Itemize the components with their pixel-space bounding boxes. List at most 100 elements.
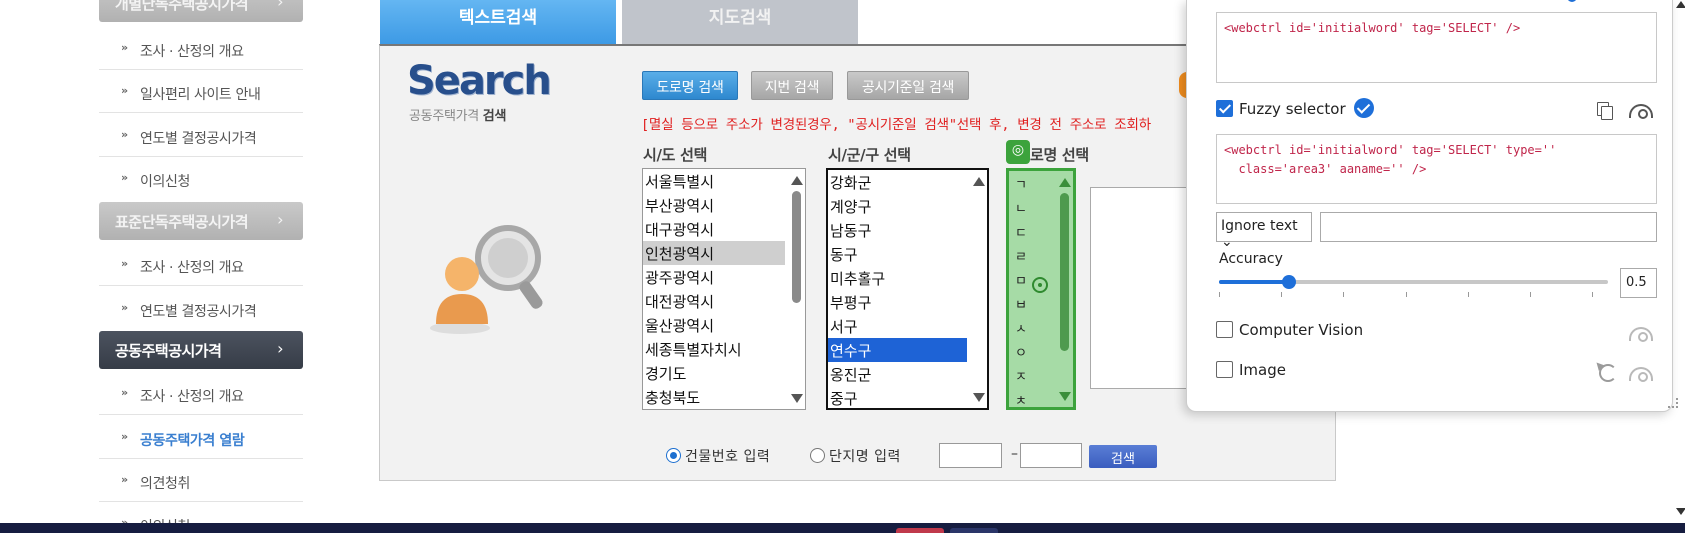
sidebar-item[interactable]: » 의견청취 bbox=[99, 459, 303, 502]
sidebar-section-individual-housing[interactable]: 개별단독주택공시가격 › bbox=[99, 0, 303, 22]
sidebar-item-active[interactable]: » 공동주택가격 열람 bbox=[99, 416, 303, 459]
sido-option[interactable]: 세종특별자치시 bbox=[643, 337, 785, 361]
scroll-up-icon[interactable] bbox=[791, 176, 803, 185]
sido-option[interactable]: 충청북도 bbox=[643, 385, 785, 409]
fuzzy-selector-row[interactable]: Fuzzy selector bbox=[1216, 98, 1374, 118]
sigungu-option[interactable]: 부평구 bbox=[828, 290, 967, 314]
sigungu-option-selected[interactable]: 연수구 bbox=[828, 338, 967, 362]
radio-complex-name[interactable]: 단지명 입력 bbox=[810, 446, 901, 466]
sigungu-option[interactable]: 옹진군 bbox=[828, 362, 967, 386]
sido-option[interactable]: 부산광역시 bbox=[643, 193, 785, 217]
sigungu-option[interactable]: 남동구 bbox=[828, 218, 967, 242]
sidebar-item[interactable]: » 조사 · 산정의 개요 bbox=[99, 372, 303, 415]
scroll-down-icon[interactable] bbox=[791, 394, 803, 403]
sub-number-input[interactable] bbox=[1020, 443, 1082, 468]
sigungu-option[interactable]: 서구 bbox=[828, 314, 967, 338]
road-scrollbar[interactable] bbox=[1055, 171, 1073, 407]
road-initial-option[interactable]: ㅈ bbox=[1009, 363, 1039, 387]
road-name-label: 로명 선택 bbox=[1030, 146, 1089, 164]
accuracy-label: Accuracy bbox=[1219, 251, 1283, 267]
scroll-down-icon[interactable] bbox=[973, 393, 985, 402]
scroll-thumb[interactable] bbox=[792, 191, 801, 303]
sigungu-option[interactable]: 계양구 bbox=[828, 194, 967, 218]
radio-building-number[interactable]: 건물번호 입력 bbox=[666, 446, 770, 466]
sido-option[interactable]: 광주광역시 bbox=[643, 265, 785, 289]
scroll-up-icon[interactable] bbox=[1676, 1, 1685, 8]
sido-option[interactable]: 대구광역시 bbox=[643, 217, 785, 241]
image-row[interactable]: Image bbox=[1216, 361, 1286, 379]
sido-option[interactable]: 경기도 bbox=[643, 361, 785, 385]
taskbar bbox=[0, 523, 1685, 533]
sidebar-section-standard-housing[interactable]: 표준단독주택공시가격 › bbox=[99, 202, 303, 240]
sido-select[interactable]: 서울특별시 부산광역시 대구광역시 인천광역시 광주광역시 대전광역시 울산광역… bbox=[642, 168, 806, 410]
sigungu-select[interactable]: 강화군 계양구 남동구 동구 미추홀구 부평구 서구 연수구 옹진군 중구 bbox=[826, 168, 989, 410]
sigungu-option[interactable]: 중구 bbox=[828, 386, 967, 408]
taskbar-app[interactable] bbox=[950, 528, 998, 533]
resize-handle-icon[interactable] bbox=[1668, 398, 1678, 408]
chevron-right-icon: › bbox=[277, 210, 283, 229]
sigungu-option[interactable]: 미추홀구 bbox=[828, 266, 967, 290]
sigungu-scrollbar[interactable] bbox=[969, 170, 987, 408]
info-icon[interactable] bbox=[1567, 0, 1577, 2]
sido-option[interactable]: 울산광역시 bbox=[643, 313, 785, 337]
scroll-up-icon[interactable] bbox=[1059, 178, 1071, 187]
slider-handle[interactable] bbox=[1282, 275, 1297, 289]
road-initial-option[interactable]: ㄴ bbox=[1009, 195, 1039, 219]
sidebar-item[interactable]: » 조사 · 산정의 개요 bbox=[99, 243, 303, 286]
ignore-text-select[interactable]: Ignore text ⌄ bbox=[1216, 212, 1312, 250]
tab-text-search[interactable]: 텍스트검색 bbox=[380, 0, 616, 44]
eye-icon[interactable] bbox=[1629, 104, 1653, 119]
fuzzy-selector-checkbox[interactable] bbox=[1216, 100, 1233, 117]
road-initial-option[interactable]: ㅅ bbox=[1009, 315, 1039, 339]
radio-checked-icon[interactable] bbox=[666, 448, 681, 463]
road-initial-option[interactable]: ㄷ bbox=[1009, 219, 1039, 243]
refresh-icon[interactable] bbox=[1599, 364, 1617, 382]
sidebar-item[interactable]: » 연도별 결정공시가격 bbox=[99, 114, 303, 157]
reference-date-search-button[interactable]: 공시기준일 검색 bbox=[847, 71, 969, 100]
sidebar-section-apartment[interactable]: 공동주택공시가격 › bbox=[99, 331, 303, 369]
slider-tick bbox=[1467, 292, 1469, 297]
eye-icon[interactable] bbox=[1629, 367, 1653, 382]
sigungu-option[interactable]: 강화군 bbox=[828, 170, 967, 194]
image-checkbox[interactable] bbox=[1216, 361, 1233, 378]
sidebar-item[interactable]: » 연도별 결정공시가격 bbox=[99, 287, 303, 330]
scroll-up-icon[interactable] bbox=[973, 177, 985, 186]
main-number-input[interactable] bbox=[939, 443, 1002, 468]
accuracy-value-input[interactable]: 0.5 bbox=[1620, 268, 1657, 298]
scroll-thumb[interactable] bbox=[1060, 193, 1069, 351]
scroll-down-icon[interactable] bbox=[1059, 392, 1071, 401]
sidebar-item[interactable]: » 일사편리 사이트 안내 bbox=[99, 70, 303, 113]
radio-unchecked-icon[interactable] bbox=[810, 448, 825, 463]
sido-option-selected[interactable]: 인천광역시 bbox=[643, 241, 785, 265]
sidebar-item[interactable]: » 이의신청 bbox=[99, 157, 303, 200]
road-initial-option[interactable]: ㄹ bbox=[1009, 243, 1039, 267]
selector-code: <webctrl id='initialword' tag='SELECT' /… bbox=[1224, 21, 1521, 35]
sido-option[interactable]: 대전광역시 bbox=[643, 289, 785, 313]
sido-scrollbar[interactable] bbox=[787, 169, 805, 409]
road-initial-option[interactable]: ㅂ bbox=[1009, 291, 1039, 315]
sidebar-item[interactable]: » 조사 · 산정의 개요 bbox=[99, 27, 303, 70]
road-initial-option[interactable]: ㄱ bbox=[1009, 171, 1039, 195]
sigungu-option[interactable]: 동구 bbox=[828, 242, 967, 266]
tab-label: 텍스트검색 bbox=[458, 8, 538, 28]
fuzzy-code-box[interactable]: <webctrl id='initialword' tag='SELECT' t… bbox=[1216, 134, 1657, 204]
taskbar-app[interactable] bbox=[896, 528, 944, 533]
computer-vision-checkbox[interactable] bbox=[1216, 321, 1233, 338]
ignore-text-input[interactable] bbox=[1320, 212, 1657, 242]
scroll-down-icon[interactable] bbox=[1676, 508, 1685, 515]
search-button[interactable]: 검색 bbox=[1089, 445, 1157, 468]
road-name-search-button[interactable]: 도로명 검색 bbox=[642, 71, 738, 100]
road-initial-option[interactable]: ㅊ bbox=[1009, 387, 1039, 407]
accuracy-slider[interactable] bbox=[1219, 275, 1608, 289]
slider-ticks bbox=[1219, 292, 1608, 298]
selector-code-box[interactable]: <webctrl id='initialword' tag='SELECT' /… bbox=[1216, 12, 1657, 83]
chevron-right-icon: › bbox=[277, 339, 283, 358]
sido-option[interactable]: 서울특별시 bbox=[643, 169, 785, 193]
eye-icon[interactable] bbox=[1629, 327, 1653, 342]
computer-vision-row[interactable]: Computer Vision bbox=[1216, 321, 1363, 339]
tab-map-search[interactable]: 지도검색 bbox=[622, 0, 858, 44]
fuzzy-code-line: <webctrl id='initialword' tag='SELECT' t… bbox=[1224, 143, 1557, 157]
road-initial-option[interactable]: ㅇ bbox=[1009, 339, 1039, 363]
copy-icon[interactable] bbox=[1597, 102, 1613, 120]
lot-number-search-button[interactable]: 지번 검색 bbox=[751, 71, 833, 100]
